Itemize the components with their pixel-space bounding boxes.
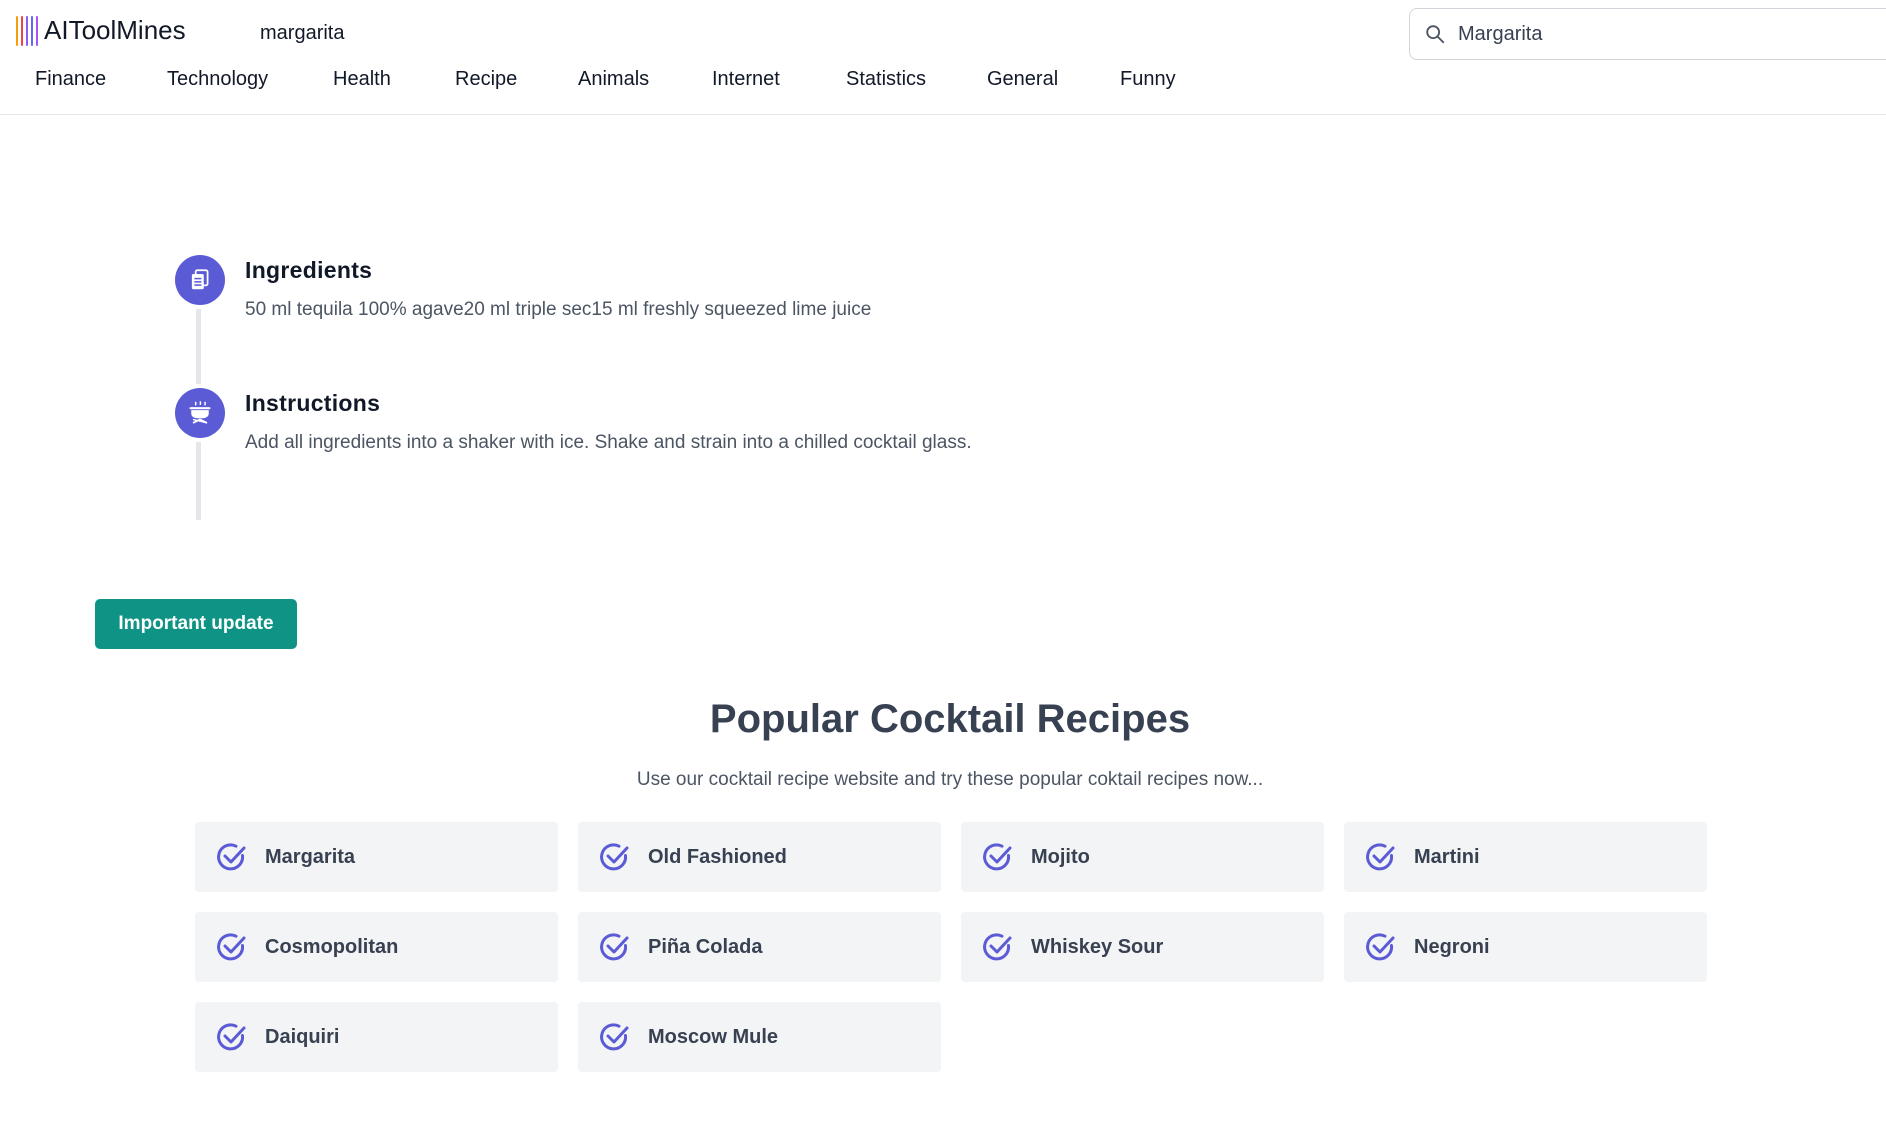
recipe-card-label: Whiskey Sour — [1031, 935, 1164, 958]
recipe-card-margarita[interactable]: Margarita — [195, 822, 558, 892]
page-slug: margarita — [260, 22, 345, 44]
recipe-card-negroni[interactable]: Negroni — [1344, 912, 1707, 982]
ingredients-title: Ingredients — [245, 257, 373, 283]
clipboard-icon — [175, 255, 225, 305]
popular-section-subtitle: Use our cocktail recipe website and try … — [636, 769, 1264, 790]
recipe-card-mojito[interactable]: Mojito — [961, 822, 1324, 892]
popular-section-title: Popular Cocktail Recipes — [709, 697, 1191, 741]
instructions-title: Instructions — [245, 390, 381, 416]
nav-item-technology[interactable]: Technology — [167, 68, 333, 91]
recipe-card-martini[interactable]: Martini — [1344, 822, 1707, 892]
recipe-timeline: Ingredients 50 ml tequila 100% agave20 m… — [175, 255, 1075, 520]
recipe-card-pina-colada[interactable]: Piña Colada — [578, 912, 941, 982]
check-circle-icon — [217, 843, 246, 871]
check-circle-icon — [1366, 843, 1395, 871]
recipe-card-label: Margarita — [265, 845, 356, 868]
check-circle-icon — [600, 933, 629, 961]
recipe-card-label: Mojito — [1031, 845, 1090, 868]
nav-item-statistics[interactable]: Statistics — [846, 68, 987, 91]
logo-mark-icon — [16, 14, 38, 46]
site-logo[interactable]: AIToolMines — [16, 14, 186, 46]
check-circle-icon — [983, 843, 1012, 871]
category-nav: Finance Technology Health Recipe Animals… — [35, 68, 1176, 91]
recipe-card-old-fashioned[interactable]: Old Fashioned — [578, 822, 941, 892]
check-circle-icon — [217, 1023, 246, 1051]
recipe-grid: Margarita Old Fashioned Mojito Martini C… — [195, 822, 1707, 1072]
recipe-card-label: Moscow Mule — [648, 1025, 779, 1048]
search-input[interactable] — [1458, 22, 1858, 46]
nav-item-funny[interactable]: Funny — [1120, 68, 1176, 91]
nav-item-finance[interactable]: Finance — [35, 68, 167, 91]
nav-item-health[interactable]: Health — [333, 68, 455, 91]
search-icon — [1426, 25, 1445, 44]
cooking-pot-icon — [175, 388, 225, 438]
recipe-card-label: Cosmopolitan — [265, 935, 399, 958]
recipe-card-label: Old Fashioned — [648, 845, 787, 868]
recipe-card-label: Martini — [1414, 845, 1480, 868]
check-circle-icon — [983, 933, 1012, 961]
recipe-card-daiquiri[interactable]: Daiquiri — [195, 1002, 558, 1072]
recipe-card-label: Negroni — [1414, 935, 1490, 958]
nav-item-general[interactable]: General — [987, 68, 1120, 91]
recipe-card-cosmopolitan[interactable]: Cosmopolitan — [195, 912, 558, 982]
ingredients-text: 50 ml tequila 100% agave20 ml triple sec… — [245, 299, 872, 320]
search-box[interactable] — [1409, 8, 1886, 60]
check-circle-icon — [1366, 933, 1395, 961]
check-circle-icon — [217, 933, 246, 961]
nav-item-internet[interactable]: Internet — [712, 68, 846, 91]
instructions-text: Add all ingredients into a shaker with i… — [245, 432, 972, 453]
recipe-card-label: Piña Colada — [648, 935, 763, 958]
site-header: AIToolMines margarita Finance Technology… — [0, 0, 1886, 115]
logo-text: AIToolMines — [44, 14, 186, 45]
check-circle-icon — [600, 843, 629, 871]
important-update-button[interactable]: Important update — [95, 599, 297, 649]
recipe-card-whiskey-sour[interactable]: Whiskey Sour — [961, 912, 1324, 982]
recipe-card-label: Daiquiri — [265, 1025, 340, 1048]
nav-item-animals[interactable]: Animals — [578, 68, 712, 91]
nav-item-recipe[interactable]: Recipe — [455, 68, 578, 91]
recipe-card-moscow-mule[interactable]: Moscow Mule — [578, 1002, 941, 1072]
check-circle-icon — [600, 1023, 629, 1051]
